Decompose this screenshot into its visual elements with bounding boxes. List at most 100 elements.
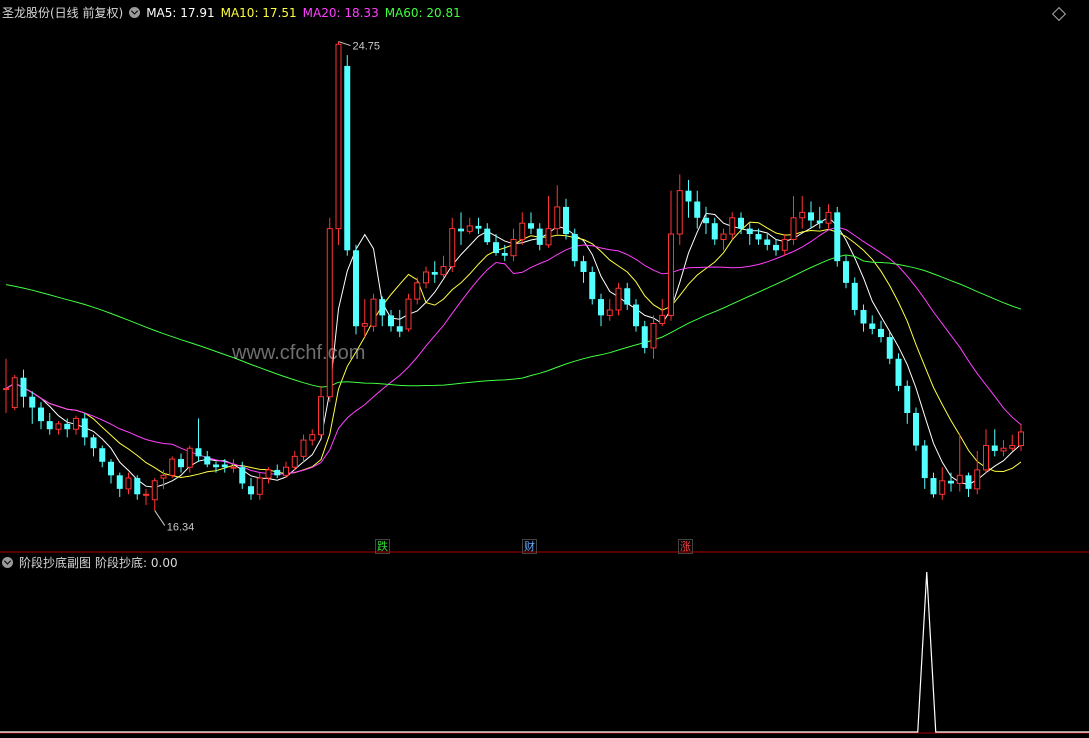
candle-body-down <box>536 228 543 245</box>
candle-body-down <box>921 445 928 479</box>
candle-body-up <box>230 466 237 469</box>
event-tag-finance[interactable]: 财 <box>522 539 537 554</box>
candle-body-down <box>178 459 184 468</box>
candle-body-up <box>676 190 683 235</box>
candle-body-down <box>64 423 71 430</box>
candle-body-up <box>414 282 421 300</box>
candle-body-up <box>466 225 473 232</box>
candle-body-down <box>948 480 954 484</box>
candle-body-up <box>160 474 167 479</box>
candle-body-up <box>73 417 79 430</box>
candle-body-down <box>248 486 254 495</box>
candle-body-down <box>764 239 771 245</box>
candle-body-up <box>440 266 447 276</box>
candle-body-down <box>633 304 639 327</box>
low-pointer <box>154 510 166 526</box>
candle-body-up <box>151 480 158 501</box>
candle-body-up <box>729 217 736 235</box>
candle-body-up <box>291 455 298 468</box>
candle-body-down <box>808 212 814 221</box>
candle-body-down <box>213 464 219 468</box>
high-price-label: 24.75 <box>353 41 381 53</box>
candle-body-down <box>816 220 823 224</box>
candle-body-up <box>256 477 263 495</box>
candle-body-down <box>46 421 53 430</box>
candle-body-down <box>694 201 701 218</box>
candle-body-down <box>195 448 202 457</box>
candle-body-down <box>860 309 867 324</box>
candle-body-down <box>711 223 718 240</box>
candle-body-down <box>116 475 123 489</box>
candle-body-up <box>186 447 193 468</box>
ma10-label: MA10: 17.51 <box>220 6 297 20</box>
candle-body-down <box>834 212 841 262</box>
candle-body-up <box>361 323 368 327</box>
candle-body-up <box>983 445 989 471</box>
candle-body-up <box>650 323 657 349</box>
candle-body-up <box>405 298 412 330</box>
sub-chart-header: 阶段抄底副图 阶段抄底: 0.00 <box>2 556 184 570</box>
ma5-label: MA5: 17.91 <box>146 6 215 20</box>
candle-body-down <box>598 299 604 316</box>
candle-body-up <box>939 480 946 495</box>
candle-body-up <box>3 388 9 391</box>
candle-body-up <box>300 439 307 457</box>
sub-indicator-menu-icon[interactable] <box>2 557 13 568</box>
candle-body-down <box>81 418 88 438</box>
candle-body-up <box>545 228 552 246</box>
candle-body-down <box>501 253 508 256</box>
stock-title: 圣龙股份(日线 前复权) <box>2 6 124 20</box>
candle-body-down <box>886 337 893 359</box>
candle-body-down <box>843 261 849 283</box>
ma60-line <box>5 254 1022 388</box>
sub-indicator-value: 阶段抄底: 0.00 <box>95 556 178 570</box>
candle-body-up <box>956 474 963 484</box>
candle-body-up <box>11 377 18 409</box>
candle-body-up <box>790 217 797 240</box>
candle-body-up <box>169 458 176 476</box>
candle-body-up <box>55 423 62 430</box>
candle-body-up <box>1018 431 1024 447</box>
candle-body-down <box>685 190 692 202</box>
ma20-label: MA20: 18.33 <box>302 6 379 20</box>
candle-body-down <box>904 385 911 413</box>
candle-body-up <box>1009 445 1016 449</box>
candle-body-down <box>431 272 438 275</box>
candle-body-down <box>563 206 569 235</box>
indicator-menu-icon[interactable] <box>129 7 141 18</box>
candle-body-down <box>379 299 386 316</box>
candle-body-up <box>615 287 622 311</box>
candle-body-up <box>1000 447 1007 452</box>
candle-body-down <box>344 65 351 251</box>
candle-body-up <box>668 233 674 316</box>
candle-body-down <box>746 228 753 235</box>
candle-body-down <box>703 217 709 224</box>
candle-body-up <box>781 238 788 251</box>
event-tag-fall[interactable]: 跌 <box>375 539 390 554</box>
candle-body-down <box>484 228 491 243</box>
candle-body-down <box>221 464 228 468</box>
candle-body-down <box>589 272 596 300</box>
candle-body-up <box>326 228 333 398</box>
ma20-line <box>5 226 1022 475</box>
candle-body-down <box>878 328 884 338</box>
event-tag-rise[interactable]: 涨 <box>678 539 693 554</box>
candle-body-up <box>606 309 613 316</box>
candle-body-up <box>125 477 132 490</box>
candle-body-down <box>90 437 97 449</box>
candle-body-down <box>108 461 114 476</box>
watermark: www.cfchf.com <box>232 342 366 364</box>
candle-body-down <box>571 234 578 262</box>
low-price-label: 16.34 <box>167 522 195 534</box>
candle-body-down <box>528 223 534 229</box>
candle-body-down <box>134 478 141 495</box>
main-chart-header: 圣龙股份(日线 前复权) MA5: 17.91 MA10: 17.51 MA20: 1… <box>2 6 467 20</box>
candle-body-down <box>493 242 499 254</box>
candle-body-down <box>738 217 744 229</box>
candle-body-up <box>423 271 429 284</box>
candle-body-down <box>458 228 464 232</box>
candle-body-up <box>825 211 832 224</box>
candle-body-down <box>396 326 403 332</box>
candle-body-down <box>204 456 211 465</box>
candle-body-down <box>99 448 106 462</box>
